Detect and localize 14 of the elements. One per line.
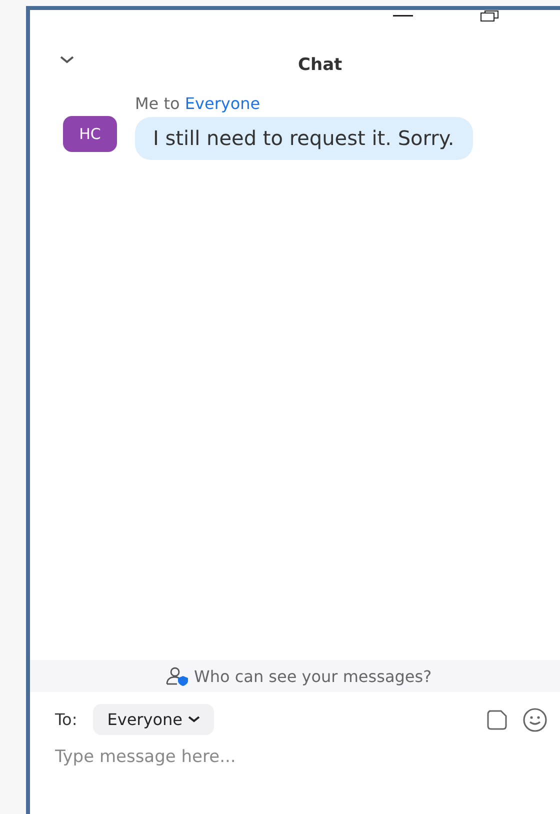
caret-icon [188, 716, 200, 723]
recipient-dropdown[interactable]: Everyone [93, 704, 214, 735]
message-bubble: I still need to request it. Sorry. [135, 117, 473, 160]
sender-label: Me to [135, 94, 180, 113]
recipient-label: Everyone [184, 94, 260, 113]
user-shield-icon [166, 666, 190, 686]
emoji-icon[interactable] [522, 706, 548, 732]
to-label: To: [55, 710, 78, 729]
minimize-icon[interactable] [393, 15, 413, 17]
restore-icon[interactable] [480, 10, 499, 22]
file-icon[interactable] [486, 710, 508, 730]
panel-title: Chat [298, 55, 342, 75]
collapse-chevron-icon[interactable] [60, 56, 74, 64]
avatar: HC [63, 116, 117, 152]
